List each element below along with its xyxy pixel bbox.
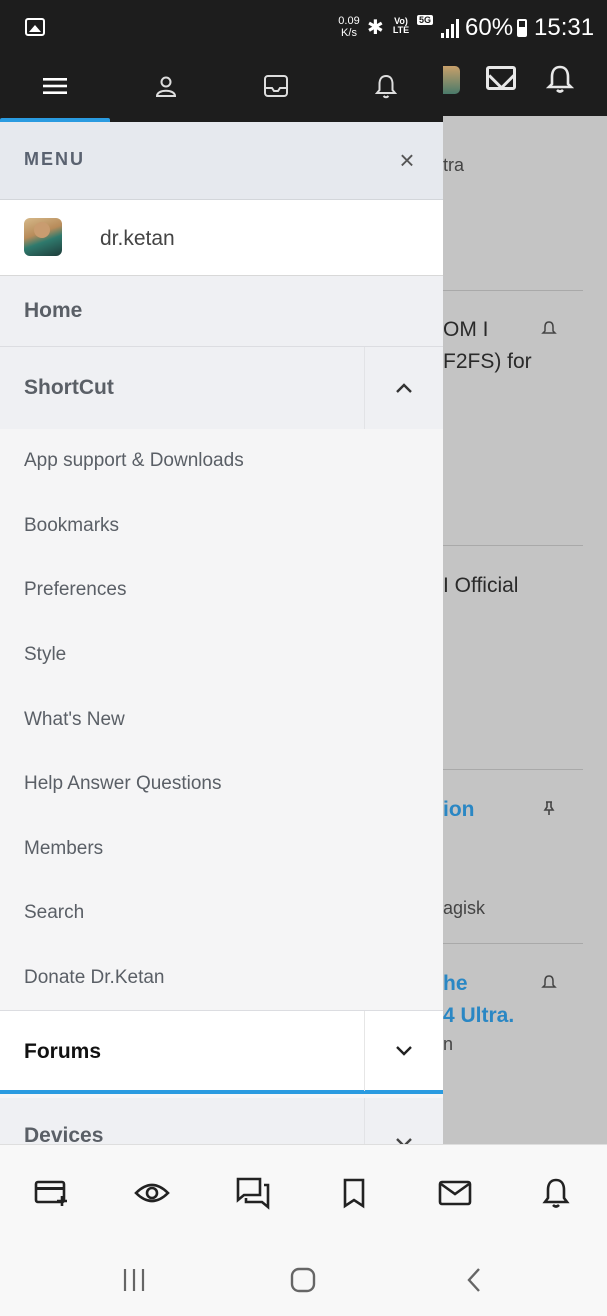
recents-icon[interactable]: [118, 1264, 150, 1296]
background-text: agisk: [443, 898, 486, 918]
bell-icon: [546, 65, 574, 93]
submenu-item[interactable]: Members: [0, 817, 443, 882]
menu-item-shortcut[interactable]: ShortCut: [0, 347, 443, 429]
volte-indicator: Vo) LTE: [390, 17, 412, 35]
submenu-item[interactable]: Donate Dr.Ketan: [0, 946, 443, 1011]
divider: [443, 769, 583, 770]
chevron-down-icon[interactable]: [364, 1098, 443, 1144]
background-text: F2FS) for: [443, 350, 532, 373]
watched-icon[interactable]: [132, 1173, 172, 1213]
network-type: 5G: [417, 15, 434, 25]
battery-level: 60%: [465, 14, 514, 41]
shortcut-submenu: App support & Downloads Bookmarks Prefer…: [0, 429, 443, 1010]
submenu-item[interactable]: What's New: [0, 687, 443, 752]
submenu-item[interactable]: Preferences: [0, 558, 443, 623]
menu-item-forums[interactable]: Forums: [0, 1010, 443, 1094]
menu-item-label: Devices: [24, 1124, 104, 1144]
gallery-notification-icon: [25, 18, 45, 36]
menu-item-label: Forums: [24, 1040, 102, 1063]
divider: [443, 290, 583, 291]
close-icon[interactable]: ×: [393, 146, 421, 174]
divider: [443, 943, 583, 944]
system-navigation-bar: [0, 1238, 607, 1316]
chevron-down-icon[interactable]: [364, 1011, 443, 1091]
submenu-item[interactable]: Search: [0, 881, 443, 946]
volte-bottom: LTE: [392, 25, 410, 35]
back-icon[interactable]: [458, 1264, 490, 1296]
bluetooth-icon: ✱: [367, 17, 384, 39]
menu-item-home[interactable]: Home: [0, 276, 443, 347]
mail-icon[interactable]: [435, 1173, 475, 1213]
battery-icon: [517, 19, 527, 37]
home-icon[interactable]: [287, 1264, 319, 1296]
user-profile-link[interactable]: dr.ketan: [0, 200, 443, 276]
divider: [443, 545, 583, 546]
conversations-icon[interactable]: [233, 1173, 273, 1213]
background-link: 4 Ultra.: [443, 1004, 515, 1027]
bell-icon[interactable]: [366, 66, 406, 106]
menu-icon[interactable]: [35, 66, 75, 106]
background-text: OM I: [443, 318, 489, 341]
menu-item-devices[interactable]: Devices: [0, 1098, 443, 1144]
background-text: I Official: [443, 574, 519, 597]
new-thread-icon[interactable]: [32, 1173, 72, 1213]
background-text: tra: [443, 155, 465, 175]
user-icon[interactable]: [146, 66, 186, 106]
navigation-drawer: MENU × dr.ketan Home ShortCut App suppor…: [0, 56, 443, 1144]
submenu-item[interactable]: Style: [0, 623, 443, 688]
submenu-item[interactable]: Help Answer Questions: [0, 752, 443, 817]
drawer-tab-bar: [0, 56, 443, 122]
bell-icon[interactable]: [536, 1173, 576, 1213]
menu-item-label: Home: [24, 299, 83, 322]
inbox-icon[interactable]: [256, 66, 296, 106]
menu-title: MENU: [24, 149, 85, 169]
mail-icon: [486, 66, 516, 90]
signal-icon: [441, 18, 459, 38]
user-name: dr.ketan: [100, 227, 175, 250]
network-speed-value: 0.09: [338, 15, 360, 27]
background-content: [443, 116, 607, 1144]
background-link: ion: [443, 798, 475, 821]
bookmark-icon[interactable]: [334, 1173, 374, 1213]
pin-icon: [543, 801, 555, 815]
background-text: n: [443, 1034, 454, 1054]
menu-item-label: ShortCut: [24, 376, 114, 399]
chevron-up-icon[interactable]: [364, 347, 443, 429]
network-speed-unit: K/s: [341, 27, 357, 39]
bell-icon: [541, 321, 557, 334]
network-speed: 0.09 K/s: [333, 15, 365, 39]
background-link: he: [443, 972, 468, 995]
background-header: [443, 56, 607, 116]
bell-icon: [541, 975, 557, 988]
submenu-item[interactable]: Bookmarks: [0, 494, 443, 559]
bottom-tab-bar: [0, 1144, 607, 1238]
avatar: [24, 218, 62, 256]
menu-header: MENU ×: [0, 122, 443, 200]
clock: 15:31: [534, 14, 595, 41]
submenu-item[interactable]: App support & Downloads: [0, 429, 443, 494]
status-bar: 0.09 K/s ✱ Vo) LTE 5G 60% 15:31: [0, 0, 607, 56]
